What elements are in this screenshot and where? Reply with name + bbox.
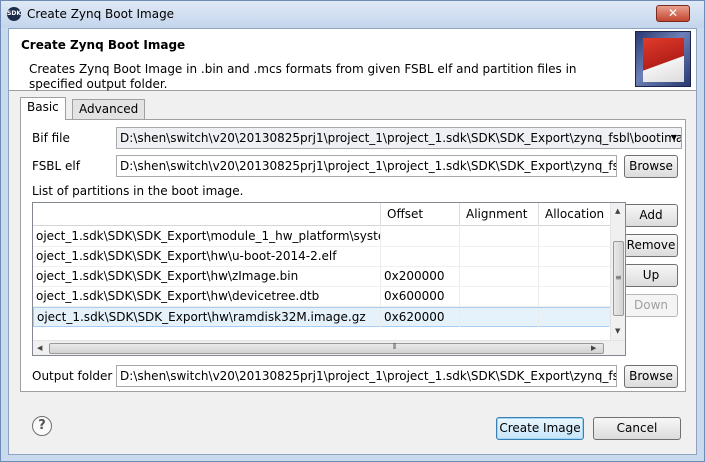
sdk-app-icon: SDK	[7, 7, 21, 21]
dialog-client: Create Zynq Boot Image Creates Zynq Boot…	[8, 28, 697, 455]
vertical-scrollbar[interactable]: ▲ ≡ ▼	[610, 203, 625, 341]
title-bar[interactable]: SDK Create Zynq Boot Image ✕	[1, 1, 704, 28]
table-row[interactable]: oject_1.sdk\SDK\SDK_Export\hw\devicetree…	[33, 287, 611, 307]
fsbl-elf-label: FSBL elf	[32, 159, 80, 173]
move-down-button: Down	[624, 294, 678, 317]
column-header-alignment[interactable]: Alignment	[460, 203, 539, 226]
fsbl-browse-button[interactable]: Browse	[624, 155, 678, 178]
partition-file-cell: oject_1.sdk\SDK\SDK_Export\hw\u-boot-201…	[33, 247, 381, 266]
partition-offset-cell: 0x600000	[381, 287, 460, 306]
bif-file-combo[interactable]: D:\shen\switch\v20\20130825prj1\project_…	[116, 127, 682, 149]
output-folder-label: Output folder	[32, 369, 113, 383]
table-row[interactable]: oject_1.sdk\SDK\SDK_Export\hw\u-boot-201…	[33, 247, 611, 267]
column-header-allocation[interactable]: Allocation	[539, 203, 611, 226]
table-row[interactable]: oject_1.sdk\SDK\SDK_Export\module_1_hw_p…	[33, 227, 611, 247]
grip-icon: ≡	[615, 273, 622, 282]
partition-offset-cell	[381, 247, 460, 266]
partition-file-cell: oject_1.sdk\SDK\SDK_Export\hw\zImage.bin	[33, 267, 381, 286]
move-up-button[interactable]: Up	[624, 264, 678, 287]
header-banner: Create Zynq Boot Image Creates Zynq Boot…	[9, 29, 696, 91]
zynq-logo-icon	[635, 31, 691, 87]
output-browse-button[interactable]: Browse	[624, 365, 678, 388]
partition-offset-cell	[381, 227, 460, 246]
column-header-file[interactable]	[33, 203, 381, 226]
table-header: Offset Alignment Allocation	[33, 203, 611, 226]
table-row[interactable]: oject_1.sdk\SDK\SDK_Export\hw\zImage.bin…	[33, 267, 611, 287]
table-row-selected[interactable]: oject_1.sdk\SDK\SDK_Export\hw\ramdisk32M…	[33, 307, 611, 327]
help-icon[interactable]: ?	[32, 416, 52, 436]
scroll-up-arrow-icon[interactable]: ▲	[615, 207, 620, 215]
partition-alignment-cell	[460, 267, 539, 286]
partition-alignment-cell	[460, 247, 539, 266]
partition-alignment-cell	[460, 227, 539, 246]
cancel-button[interactable]: Cancel	[593, 417, 681, 440]
output-folder-input[interactable]: D:\shen\switch\v20\20130825prj1\project_…	[116, 365, 617, 387]
fsbl-elf-input[interactable]: D:\shen\switch\v20\20130825prj1\project_…	[116, 155, 617, 177]
partitions-table[interactable]: Offset Alignment Allocation oject_1.sdk\…	[32, 202, 626, 356]
remove-partition-button[interactable]: Remove	[624, 234, 678, 257]
partition-alignment-cell	[460, 287, 539, 306]
partition-alignment-cell	[460, 308, 539, 327]
bif-file-value: D:\shen\switch\v20\20130825prj1\project_…	[120, 131, 682, 145]
create-image-button[interactable]: Create Image	[496, 417, 584, 440]
close-button[interactable]: ✕	[656, 5, 690, 22]
window-title: Create Zynq Boot Image	[27, 7, 175, 21]
partition-allocation-cell	[539, 227, 611, 246]
partition-allocation-cell	[539, 308, 610, 327]
horizontal-scrollbar[interactable]: ◀ ⦀ ▶	[33, 340, 625, 355]
column-header-offset[interactable]: Offset	[381, 203, 460, 226]
partition-file-cell: oject_1.sdk\SDK\SDK_Export\hw\devicetree…	[33, 287, 381, 306]
partitions-label: List of partitions in the boot image.	[32, 184, 244, 198]
partition-allocation-cell	[539, 287, 611, 306]
partition-offset-cell: 0x620000	[381, 308, 460, 327]
banner-description: Creates Zynq Boot Image in .bin and .mcs…	[29, 62, 577, 91]
add-partition-button[interactable]: Add	[624, 204, 678, 227]
horizontal-scroll-thumb[interactable]	[49, 343, 604, 354]
dialog-window: SDK Create Zynq Boot Image ✕ Create Zynq…	[0, 0, 705, 462]
scroll-right-arrow-icon[interactable]: ▶	[591, 344, 596, 352]
bif-file-label: Bif file	[32, 131, 70, 145]
chevron-down-icon[interactable]: ▼	[671, 128, 677, 148]
tab-basic[interactable]: Basic	[20, 97, 66, 120]
scroll-down-arrow-icon[interactable]: ▼	[615, 327, 620, 335]
tab-advanced[interactable]: Advanced	[72, 99, 146, 119]
partition-file-cell: oject_1.sdk\SDK\SDK_Export\module_1_hw_p…	[33, 227, 381, 246]
grip-icon: ⦀	[393, 342, 397, 351]
partition-allocation-cell	[539, 267, 611, 286]
banner-title: Create Zynq Boot Image	[21, 38, 186, 52]
scroll-left-arrow-icon[interactable]: ◀	[37, 344, 42, 352]
partition-offset-cell: 0x200000	[381, 267, 460, 286]
partition-allocation-cell	[539, 247, 611, 266]
partition-file-cell: oject_1.sdk\SDK\SDK_Export\hw\ramdisk32M…	[34, 308, 381, 327]
